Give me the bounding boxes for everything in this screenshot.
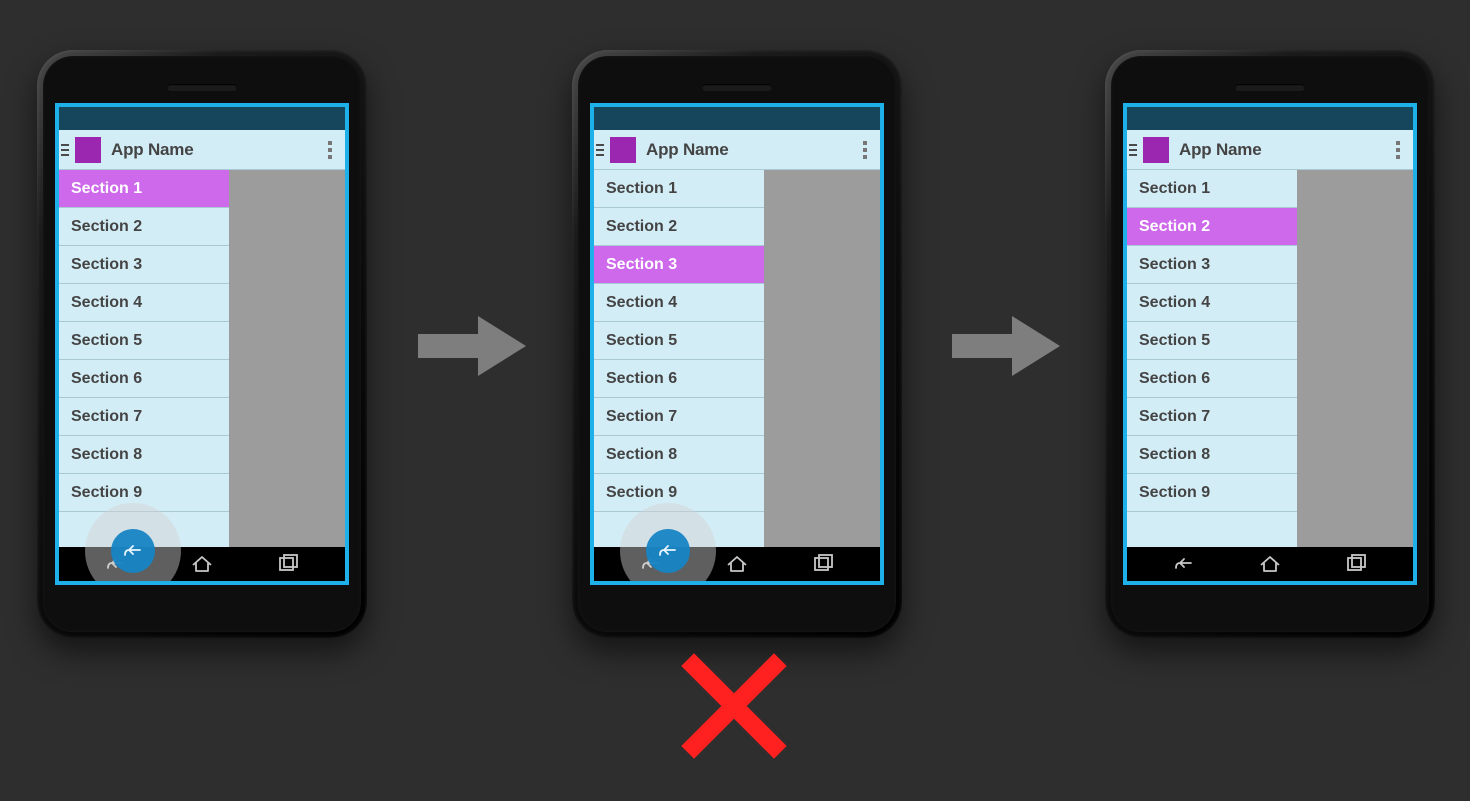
app-icon [610,137,636,163]
phone-mockup: App NameSection 1Section 2Section 3Secti… [37,50,367,638]
phone-screen: App NameSection 1Section 2Section 3Secti… [1127,107,1413,581]
drawer-section-item[interactable]: Section 2 [59,208,229,246]
drawer-section-item[interactable]: Section 8 [594,436,764,474]
back-button[interactable] [1164,549,1204,579]
drawer-section-item[interactable]: Section 5 [594,322,764,360]
drawer-section-item[interactable]: Section 6 [1127,360,1297,398]
drawer-section-item[interactable]: Section 7 [1127,398,1297,436]
drawer-section-item[interactable]: Section 1 [594,170,764,208]
drawer-section-item[interactable]: Section 9 [594,474,764,512]
drawer-section-item[interactable]: Section 1 [1127,170,1297,208]
drawer-section-item[interactable]: Section 6 [59,360,229,398]
system-nav-bar [59,547,345,581]
drawer-section-item[interactable]: Section 4 [1127,284,1297,322]
action-bar: App Name [1127,130,1413,170]
navigation-drawer[interactable]: Section 1Section 2Section 3Section 4Sect… [59,170,229,547]
drawer-section-item[interactable]: Section 9 [59,474,229,512]
drawer-section-item[interactable]: Section 6 [594,360,764,398]
earpiece [167,84,237,91]
system-nav-bar [1127,547,1413,581]
action-bar: App Name [594,130,880,170]
home-button[interactable] [717,549,757,579]
system-nav-bar [594,547,880,581]
drawer-section-item[interactable]: Section 2 [1127,208,1297,246]
recent-apps-button[interactable] [1336,549,1376,579]
back-button[interactable] [96,549,136,579]
drawer-section-item[interactable]: Section 3 [1127,246,1297,284]
overflow-menu-icon[interactable] [856,141,874,159]
drawer-section-item[interactable]: Section 3 [594,246,764,284]
flow-arrow-icon [418,310,526,387]
drawer-section-item[interactable]: Section 8 [59,436,229,474]
status-bar [594,107,880,130]
drawer-section-item[interactable]: Section 2 [594,208,764,246]
drawer-section-item[interactable]: Section 5 [59,322,229,360]
recent-apps-button[interactable] [803,549,843,579]
drawer-section-item[interactable]: Section 8 [1127,436,1297,474]
flow-arrow-icon [952,310,1060,387]
home-button[interactable] [182,549,222,579]
drawer-section-item[interactable]: Section 1 [59,170,229,208]
drawer-indicator-icon[interactable] [596,144,604,156]
phone-mockup: App NameSection 1Section 2Section 3Secti… [1105,50,1435,638]
overflow-menu-icon[interactable] [1389,141,1407,159]
phone-screen: App NameSection 1Section 2Section 3Secti… [59,107,345,581]
app-icon [1143,137,1169,163]
app-title: App Name [111,140,321,160]
recent-apps-button[interactable] [268,549,308,579]
earpiece [702,84,772,91]
app-icon [75,137,101,163]
app-title: App Name [646,140,856,160]
drawer-section-item[interactable]: Section 4 [594,284,764,322]
drawer-section-item[interactable]: Section 7 [59,398,229,436]
navigation-drawer[interactable]: Section 1Section 2Section 3Section 4Sect… [1127,170,1297,547]
drawer-indicator-icon[interactable] [61,144,69,156]
status-bar [59,107,345,130]
drawer-section-item[interactable]: Section 3 [59,246,229,284]
drawer-section-item[interactable]: Section 7 [594,398,764,436]
phone-screen: App NameSection 1Section 2Section 3Secti… [594,107,880,581]
status-bar [1127,107,1413,130]
drawer-indicator-icon[interactable] [1129,144,1137,156]
app-title: App Name [1179,140,1389,160]
incorrect-indicator-icon [680,652,788,765]
drawer-section-item[interactable]: Section 5 [1127,322,1297,360]
back-button[interactable] [631,549,671,579]
drawer-section-item[interactable]: Section 4 [59,284,229,322]
action-bar: App Name [59,130,345,170]
phone-mockup: App NameSection 1Section 2Section 3Secti… [572,50,902,638]
navigation-drawer[interactable]: Section 1Section 2Section 3Section 4Sect… [594,170,764,547]
earpiece [1235,84,1305,91]
home-button[interactable] [1250,549,1290,579]
overflow-menu-icon[interactable] [321,141,339,159]
drawer-section-item[interactable]: Section 9 [1127,474,1297,512]
